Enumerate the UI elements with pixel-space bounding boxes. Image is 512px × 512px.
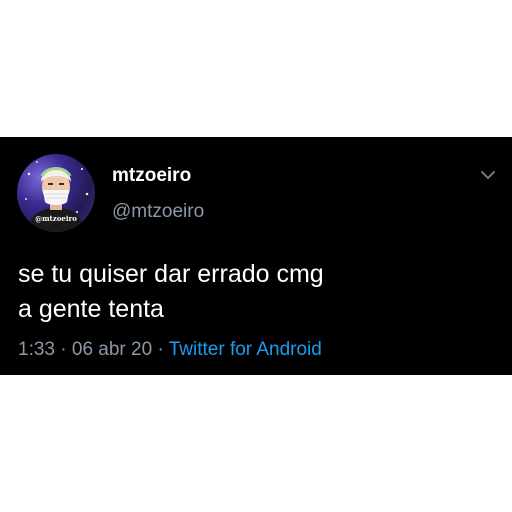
avatar[interactable]: @mtzoeiro — [17, 154, 95, 232]
tweet-card: @mtzoeiro mtzoeiro @mtzoeiro se tu quise… — [0, 137, 512, 375]
tweet-meta: 1:33 · 06 abr 20 · Twitter for Android — [18, 340, 322, 359]
tweet-text-line: se tu quiser dar errado cmg — [18, 260, 324, 288]
tweet-date[interactable]: 06 abr 20 — [72, 339, 152, 360]
display-name[interactable]: mtzoeiro — [112, 166, 191, 185]
avatar-caption: @mtzoeiro — [35, 214, 77, 223]
user-handle[interactable]: @mtzoeiro — [112, 202, 204, 221]
tweet-time[interactable]: 1:33 — [18, 339, 55, 360]
meta-separator: · — [157, 339, 164, 360]
tweet-text-line: a gente tenta — [18, 295, 164, 323]
tweet-source-link[interactable]: Twitter for Android — [169, 339, 322, 360]
tweet-text: se tu quiser dar errado cmg a gente tent… — [18, 257, 488, 327]
meta-separator: · — [60, 339, 67, 360]
chevron-down-icon[interactable] — [478, 165, 498, 185]
